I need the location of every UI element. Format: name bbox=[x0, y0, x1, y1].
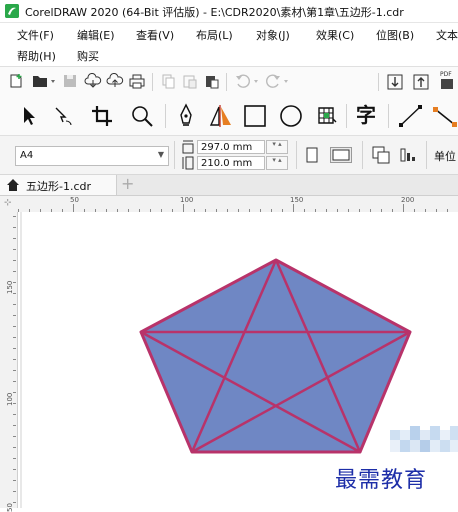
watermark-mosaic bbox=[390, 426, 458, 452]
watermark-text: 最需教育 bbox=[335, 468, 428, 493]
pentagon-shape[interactable] bbox=[139, 258, 412, 454]
